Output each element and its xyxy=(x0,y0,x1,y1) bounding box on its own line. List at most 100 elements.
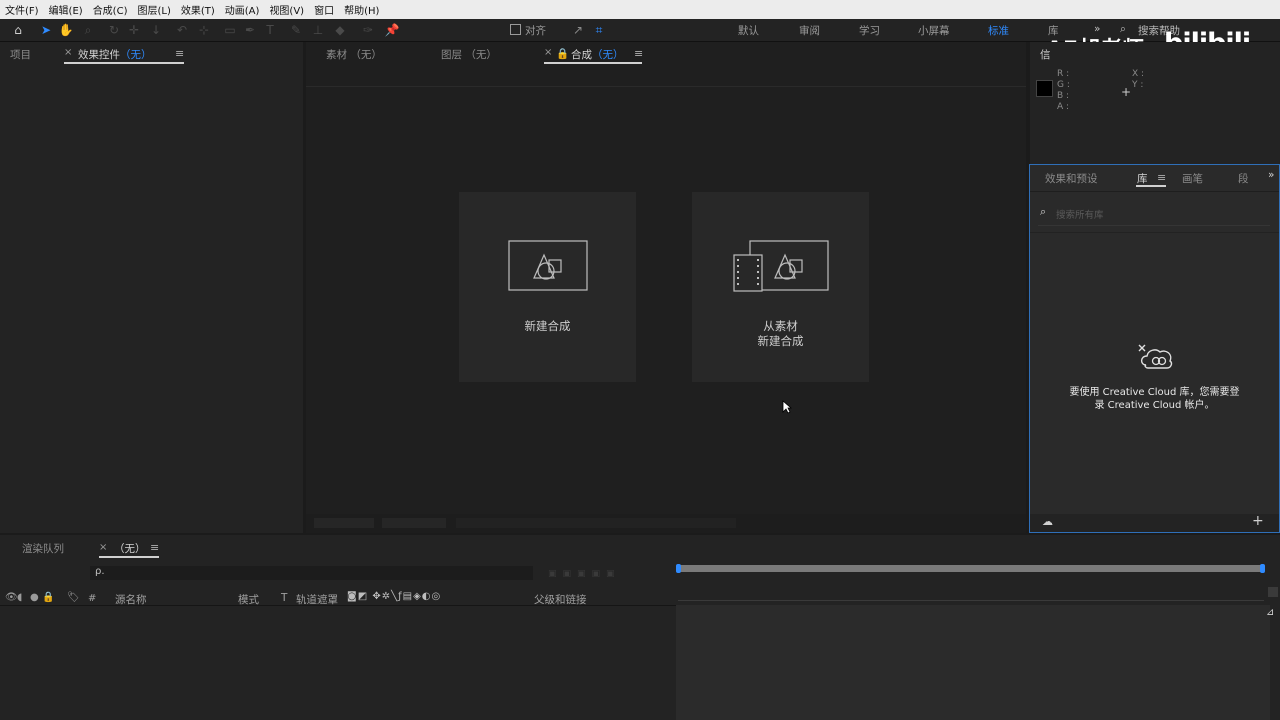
add-element-icon[interactable]: + xyxy=(1252,513,1264,529)
composition-icon xyxy=(508,240,588,291)
orbit-tool-icon[interactable]: ↶ xyxy=(174,22,190,38)
workspace-small-screen[interactable]: 小屏幕 xyxy=(918,23,950,38)
hand-tool-icon[interactable]: ✋ xyxy=(58,22,74,38)
magnification-dropdown[interactable] xyxy=(314,518,374,528)
time-navigator-start-handle[interactable] xyxy=(676,564,681,573)
rectangle-tool-icon[interactable]: ▭ xyxy=(222,22,238,38)
rotate-tool-icon[interactable]: ↻ xyxy=(106,22,122,38)
active-tab-underline xyxy=(64,62,184,64)
align-label: 对齐 xyxy=(525,25,546,37)
column-preserve-transparency[interactable]: T xyxy=(281,592,287,604)
audio-toggle-icon[interactable]: ◖ xyxy=(17,592,22,603)
puppet-pin-tool-icon[interactable]: 📌 xyxy=(384,22,400,38)
video-toggle-icon[interactable]: 👁 xyxy=(5,592,18,603)
panel-menu-icon[interactable]: ≡ xyxy=(634,47,643,60)
tab-info[interactable]: 信 xyxy=(1040,47,1051,62)
zoom-tool-icon[interactable]: ⌕ xyxy=(80,22,96,38)
menu-bar: 文件(F) 编辑(E) 合成(C) 图层(L) 效果(T) 动画(A) 视图(V… xyxy=(0,0,1280,19)
active-tab-underline xyxy=(544,62,642,64)
menu-composition[interactable]: 合成(C) xyxy=(88,2,133,17)
info-r-label: R : xyxy=(1057,69,1070,79)
home-icon[interactable]: ⌂ xyxy=(10,22,26,38)
workspace-standard[interactable]: 标准 xyxy=(988,23,1009,38)
workspace-review[interactable]: 审阅 xyxy=(799,23,820,38)
clone-stamp-tool-icon[interactable]: ⊥ xyxy=(310,22,326,38)
selection-tool-icon[interactable]: ➤ xyxy=(38,22,54,38)
viewer-options-strip xyxy=(456,518,736,528)
panel-menu-icon[interactable]: ≡ xyxy=(175,47,184,60)
tab-render-queue[interactable]: 渲染队列 xyxy=(22,541,64,556)
column-hash[interactable]: # xyxy=(88,593,96,604)
search-icon: ρ. xyxy=(95,566,105,577)
tab-project[interactable]: 项目 xyxy=(10,47,31,62)
info-panel: 信 R : G : B : A : X : Y : + xyxy=(1030,42,1280,164)
crosshair-icon: + xyxy=(1121,85,1132,99)
tab-timeline-none[interactable]: （无） xyxy=(114,541,146,556)
tab-composition[interactable]: 合成（无） xyxy=(571,47,624,62)
close-tab-icon[interactable]: × xyxy=(64,47,72,58)
from-footage-label-line2: 新建合成 xyxy=(757,334,804,348)
align-checkbox[interactable] xyxy=(510,24,521,35)
timeline-search-field[interactable]: ρ. xyxy=(90,566,533,580)
active-tab-underline xyxy=(99,556,159,558)
info-x-label: X : xyxy=(1132,69,1145,79)
menu-layer[interactable]: 图层(L) xyxy=(132,2,175,17)
tab-effect-controls[interactable]: 效果控件（无） xyxy=(78,47,152,62)
library-search-input[interactable]: 搜索所有库 xyxy=(1056,207,1104,221)
snapping-options-icon[interactable]: ⌗ xyxy=(591,22,607,38)
library-search-field[interactable]: ⌕ 搜索所有库 xyxy=(1038,203,1270,226)
tab-paragraph[interactable]: 段 xyxy=(1238,171,1249,186)
pan-behind-tool-icon[interactable]: ↓ xyxy=(148,22,164,38)
lock-icon[interactable]: 🔒 xyxy=(556,47,569,60)
solo-icon[interactable]: ● xyxy=(30,592,39,603)
tab-libraries[interactable]: 库 xyxy=(1137,171,1148,186)
info-a-label: A : xyxy=(1057,102,1070,112)
menu-view[interactable]: 视图(V) xyxy=(264,2,309,17)
menu-animation[interactable]: 动画(A) xyxy=(220,2,265,17)
footage-composition-icon xyxy=(733,240,829,292)
tab-layer[interactable]: 图层 （无） xyxy=(441,47,497,62)
info-b-label: B : xyxy=(1057,91,1070,101)
anchor-tool-icon[interactable]: ⊹ xyxy=(196,22,212,38)
mouse-cursor-icon xyxy=(782,400,792,414)
time-navigator-end-handle[interactable] xyxy=(1260,564,1265,573)
eraser-tool-icon[interactable]: ◆ xyxy=(332,22,348,38)
comp-marker-bin-icon[interactable] xyxy=(1268,587,1278,597)
viewer-controls-bar xyxy=(306,514,1026,533)
more-tabs-icon[interactable]: » xyxy=(1268,169,1274,181)
timeline-track-area[interactable] xyxy=(676,605,1270,720)
camera-tool-icon[interactable]: ✛ xyxy=(126,22,142,38)
menu-effect[interactable]: 效果(T) xyxy=(176,2,220,17)
panel-menu-icon[interactable]: ≡ xyxy=(150,541,159,554)
tab-footage[interactable]: 素材 （无） xyxy=(326,47,382,62)
menu-help[interactable]: 帮助(H) xyxy=(339,2,384,17)
layer-switches-icons[interactable]: ◙◩ ✥✲╲ƒ▤◈◐◎ xyxy=(347,591,441,602)
close-tab-icon[interactable]: × xyxy=(99,542,107,553)
workspace-learn[interactable]: 学习 xyxy=(859,23,880,38)
roto-brush-tool-icon[interactable]: ✑ xyxy=(360,22,376,38)
lock-icon[interactable]: 🔒 xyxy=(42,592,54,603)
menu-file[interactable]: 文件(F) xyxy=(0,2,44,17)
menu-edit[interactable]: 编辑(E) xyxy=(44,2,88,17)
resolution-dropdown[interactable] xyxy=(382,518,446,528)
graph-editor-icon[interactable]: ⊿ xyxy=(1266,607,1274,618)
time-navigator-bar[interactable] xyxy=(678,565,1264,572)
panel-menu-icon[interactable]: ≡ xyxy=(1157,171,1166,184)
pen-tool-icon[interactable]: ✒ xyxy=(242,22,258,38)
menu-window[interactable]: 窗口 xyxy=(309,2,339,17)
cloud-sync-icon[interactable]: ☁ xyxy=(1042,515,1053,528)
workspace-default[interactable]: 默认 xyxy=(738,23,759,38)
creative-cloud-disconnected-icon xyxy=(1138,344,1173,369)
brush-tool-icon[interactable]: ✎ xyxy=(288,22,304,38)
type-tool-icon[interactable]: T xyxy=(262,22,278,38)
snap-icon[interactable]: ↗ xyxy=(570,22,586,38)
timeline-panel: 渲染队列 × （无） ≡ ρ. ▣▣▣▣▣ 👁 ◖ ● 🔒 🏷 # 源名称 模式… xyxy=(0,535,1280,720)
time-ruler[interactable] xyxy=(678,578,1264,601)
new-composition-card[interactable]: 新建合成 xyxy=(459,192,636,382)
tab-effects-presets[interactable]: 效果和预设 xyxy=(1045,171,1098,186)
close-tab-icon[interactable]: × xyxy=(544,47,552,58)
tab-brushes[interactable]: 画笔 xyxy=(1182,171,1203,186)
label-tag-icon[interactable]: 🏷 xyxy=(67,592,80,603)
cc-login-message-line1: 要使用 Creative Cloud 库，您需要登 xyxy=(1069,387,1240,398)
new-comp-from-footage-card[interactable]: 从素材 新建合成 xyxy=(692,192,869,382)
